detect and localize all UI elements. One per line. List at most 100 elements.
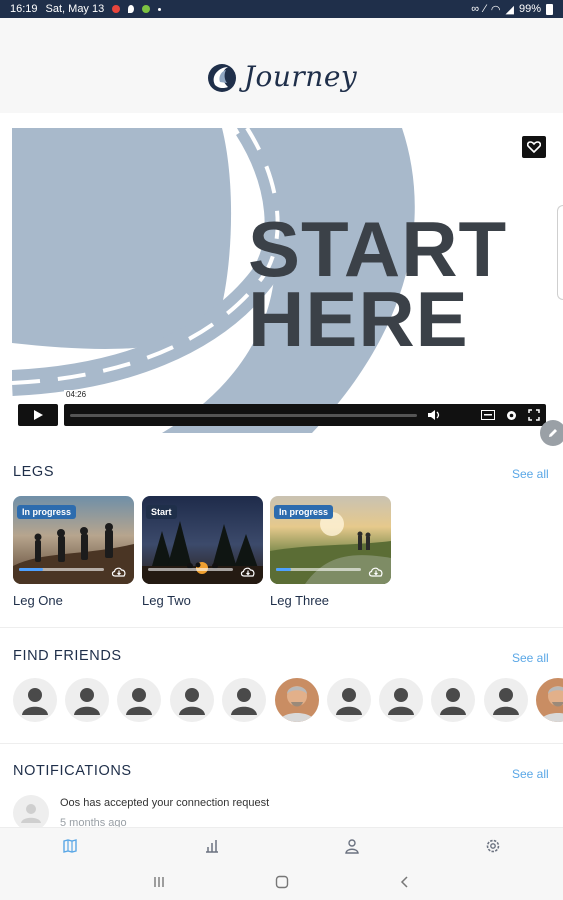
friend-photo <box>536 678 563 722</box>
leg-status-badge: Start <box>146 505 177 519</box>
notifications-section-title: NOTIFICATIONS <box>13 763 132 779</box>
friend-avatar[interactable] <box>327 678 371 722</box>
friend-avatar[interactable] <box>379 678 423 722</box>
leg-title[interactable]: Leg One <box>13 593 63 608</box>
profile-icon <box>345 839 359 854</box>
user-placeholder-icon <box>179 688 205 715</box>
video-control-bar: 04:26 <box>64 390 546 426</box>
friend-avatar[interactable] <box>13 678 57 722</box>
notification-text[interactable]: Oos has accepted your connection request <box>60 797 269 809</box>
home-icon <box>275 875 289 889</box>
nav-profile-tab[interactable] <box>342 836 362 856</box>
friend-avatar[interactable] <box>431 678 475 722</box>
journey-logo-icon <box>207 63 236 92</box>
favorite-button[interactable] <box>522 136 546 158</box>
leg-card-three[interactable]: In progress <box>270 496 391 584</box>
side-panel-handle[interactable] <box>557 205 563 300</box>
mute-icon: ⁄ <box>484 3 486 15</box>
video-controls: 04:26 <box>18 390 546 426</box>
friends-see-all-link[interactable]: See all <box>512 651 549 665</box>
settings-icon <box>486 839 500 853</box>
nav-progress-tab[interactable] <box>202 836 222 856</box>
friend-avatar[interactable] <box>484 678 528 722</box>
friend-avatar[interactable] <box>170 678 214 722</box>
leg-status-badge: In progress <box>274 505 334 519</box>
notification-avatar <box>13 795 49 831</box>
pencil-icon <box>549 429 557 437</box>
friend-avatar[interactable] <box>536 678 563 722</box>
settings-gear-icon[interactable] <box>505 409 518 422</box>
nav-journey-tab[interactable] <box>60 836 80 856</box>
journey-logo: Journey <box>206 60 357 93</box>
leg-card-two[interactable]: Start <box>142 496 263 584</box>
overlay-line-2: HERE <box>248 275 469 363</box>
leg-card-one[interactable]: In progress <box>13 496 134 584</box>
user-placeholder-icon <box>231 688 257 715</box>
back-icon <box>400 876 408 888</box>
leg-title[interactable]: Leg Two <box>142 593 191 608</box>
leg-progress-bar <box>19 568 104 571</box>
recent-apps-icon <box>154 877 164 887</box>
map-icon <box>63 839 77 853</box>
battery-percent: 99% <box>518 3 541 15</box>
cloud-download-icon[interactable] <box>111 565 127 577</box>
user-placeholder-icon <box>493 688 519 715</box>
heart-icon <box>527 141 541 153</box>
play-button[interactable] <box>18 404 58 426</box>
legs-see-all-link[interactable]: See all <box>512 467 549 481</box>
friend-avatar[interactable] <box>65 678 109 722</box>
status-date: Sat, May 13 <box>45 3 105 15</box>
user-placeholder-icon <box>21 804 41 823</box>
video-overlay-title: START HERE <box>248 210 507 363</box>
more-notifications-icon <box>158 7 162 11</box>
recent-apps-button[interactable] <box>150 873 168 891</box>
user-placeholder-icon <box>440 688 466 715</box>
cloud-download-icon[interactable] <box>368 565 384 577</box>
battery-icon <box>546 3 553 15</box>
fullscreen-icon[interactable] <box>528 409 540 421</box>
leg-progress-bar <box>148 568 233 571</box>
user-placeholder-icon <box>388 688 414 715</box>
nav-settings-tab[interactable] <box>483 836 503 856</box>
cloud-download-icon[interactable] <box>240 565 256 577</box>
leg-title[interactable]: Leg Three <box>270 593 329 608</box>
friends-section-title: FIND FRIENDS <box>13 648 122 664</box>
link-icon: ∞ <box>471 3 480 15</box>
section-divider <box>0 627 563 628</box>
signal-icon: ◢ <box>505 3 514 16</box>
logo-text: Journey <box>243 60 358 93</box>
user-placeholder-icon <box>126 688 152 715</box>
leg-status-badge: In progress <box>17 505 77 519</box>
captions-icon[interactable] <box>481 410 495 420</box>
status-bar: 16:19 Sat, May 13 ∞ ⁄ ◠ ◢ 99% <box>0 0 563 18</box>
leg-progress-fill <box>19 568 43 571</box>
video-player[interactable]: START HERE 04:26 <box>12 128 550 433</box>
back-button[interactable] <box>396 873 414 891</box>
legs-section-title: LEGS <box>13 464 55 480</box>
bar-chart-icon <box>206 840 218 853</box>
home-button[interactable] <box>273 873 291 891</box>
play-icon <box>34 410 43 420</box>
notifications-see-all-link[interactable]: See all <box>512 767 549 781</box>
friend-photo <box>275 678 319 722</box>
friend-avatar[interactable] <box>275 678 319 722</box>
friend-avatar[interactable] <box>117 678 161 722</box>
user-placeholder-icon <box>22 688 48 715</box>
video-seek-bar[interactable] <box>70 413 417 417</box>
chrome-notification-icon <box>112 5 121 13</box>
leg-progress-fill <box>276 568 292 571</box>
leg-progress-bar <box>276 568 361 571</box>
volume-icon[interactable] <box>427 409 441 421</box>
app-header: Journey <box>0 18 563 113</box>
user-placeholder-icon <box>336 688 362 715</box>
edit-button[interactable] <box>540 420 563 446</box>
bottom-navigation <box>0 827 563 863</box>
system-navigation-bar <box>0 863 563 900</box>
wifi-icon: ◠ <box>490 3 501 16</box>
user-placeholder-icon <box>74 688 100 715</box>
location-icon <box>128 5 135 13</box>
section-divider <box>0 743 563 744</box>
android-icon <box>142 5 151 13</box>
friend-avatar[interactable] <box>222 678 266 722</box>
video-timestamp: 04:26 <box>64 390 89 399</box>
